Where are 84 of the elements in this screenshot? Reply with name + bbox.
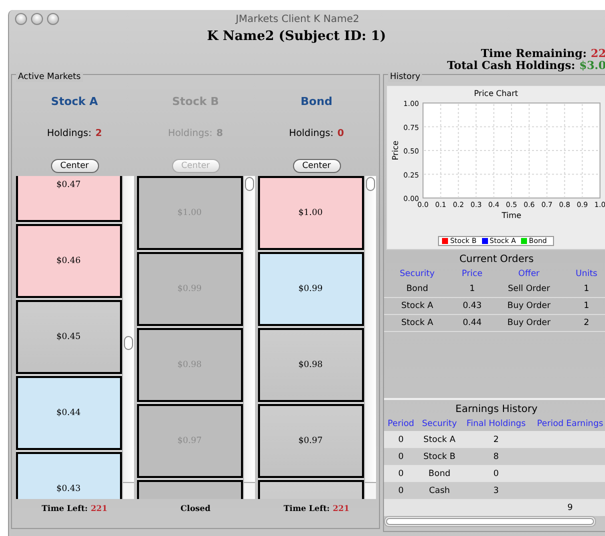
table-cell: 0	[398, 468, 404, 478]
table-cell: Stock A	[401, 318, 434, 328]
price-label: $0.46	[56, 256, 81, 266]
table-cell: Bond	[428, 468, 450, 478]
price-cell[interactable]: $0.97	[258, 404, 364, 478]
table-cell: 3	[493, 486, 499, 496]
time-left-value: 221	[90, 503, 108, 513]
table-cell: 0	[493, 468, 499, 478]
x-axis-label: Time	[502, 211, 522, 220]
time-left-value: 221	[332, 503, 350, 513]
column-header[interactable]: Units	[564, 267, 605, 281]
table-cell: Buy Order	[507, 301, 550, 311]
panel-title: Active Markets	[16, 72, 83, 82]
column-header[interactable]: Offer	[494, 267, 564, 281]
column-header[interactable]: Security	[418, 417, 462, 431]
price-cell[interactable]: $0.98	[258, 328, 364, 402]
window-control-button[interactable]	[47, 13, 59, 25]
time-remaining-value: 22	[590, 47, 605, 60]
market-name: Stock B	[172, 95, 219, 109]
table-cell: 0	[398, 486, 404, 496]
market-name: Stock A	[51, 95, 98, 109]
vertical-scrollbar[interactable]	[242, 176, 254, 499]
column-header[interactable]: Period Earnings	[531, 417, 605, 431]
center-button[interactable]: Center	[292, 159, 340, 173]
subject-title: K Name2 (Subject ID: 1)	[206, 28, 388, 46]
price-cell[interactable]: $1.00	[258, 176, 364, 250]
price-label: $0.97	[298, 436, 323, 446]
holdings-label: Holdings:	[288, 128, 334, 139]
holdings-label: Holdings:	[46, 128, 92, 139]
price-cell[interactable]: $0.46	[16, 224, 122, 298]
window-title: JMarkets Client K Name2	[234, 14, 360, 24]
chart-title: Price Chart	[474, 89, 518, 98]
price-label: $0.45	[56, 332, 81, 342]
holdings-value: 0	[337, 128, 344, 139]
horizontal-scrollbar[interactable]	[384, 516, 596, 527]
price-label: $0.47	[56, 180, 81, 190]
price-label: $0.44	[56, 408, 81, 418]
price-cell[interactable]: $0.47	[16, 176, 122, 222]
table-cell: Bond	[406, 284, 428, 294]
table-cell: Sell Order	[508, 284, 550, 294]
column-header[interactable]: Security	[384, 267, 450, 281]
table-cell: 9	[567, 502, 573, 512]
price-cell[interactable]: $0.99	[258, 252, 364, 326]
price-label: $0.43	[56, 484, 81, 494]
price-label: $1.00	[298, 208, 323, 218]
column-header[interactable]: Final Holdings	[461, 417, 532, 431]
time-remaining-label: Time Remaining:	[480, 47, 587, 60]
y-axis-label: Price	[391, 140, 400, 160]
table-cell: 0	[398, 452, 404, 462]
panel-title: History	[388, 72, 422, 82]
table-cell: Stock B	[423, 452, 456, 462]
section-title: Current Orders	[458, 254, 535, 265]
table-cell: Buy Order	[507, 318, 550, 328]
holdings-value: 2	[95, 128, 102, 139]
table-cell: 1	[469, 284, 475, 294]
price-cell[interactable]: $0.44	[16, 376, 122, 450]
price-label: $0.98	[298, 360, 323, 370]
table-cell: 0.43	[462, 301, 482, 311]
vertical-scrollbar[interactable]	[364, 176, 376, 499]
table-cell: Stock A	[423, 434, 456, 444]
section-title: Earnings History	[454, 404, 539, 415]
column-header[interactable]: Price	[450, 267, 494, 281]
price-cell[interactable]: $0.45	[16, 300, 122, 374]
table-cell: 0.44	[462, 318, 482, 328]
table-cell: 1	[584, 284, 590, 294]
price-cell[interactable]: $0.43	[16, 452, 122, 499]
vertical-scrollbar[interactable]	[122, 176, 134, 499]
market-status: Closed	[180, 503, 210, 513]
table-cell: 0	[398, 434, 404, 444]
table-cell: Stock A	[401, 301, 434, 311]
cash-holdings-label: Total Cash Holdings:	[447, 59, 576, 72]
table-cell: 2	[493, 434, 499, 444]
time-left-label: Time Left:	[284, 503, 330, 513]
time-left-label: Time Left:	[42, 503, 88, 513]
table-cell: 2	[584, 318, 590, 328]
table-cell: 1	[584, 301, 590, 311]
window-control-button[interactable]	[15, 13, 27, 25]
price-label: $0.99	[298, 284, 323, 294]
center-button[interactable]: Center	[50, 159, 98, 173]
market-name: Bond	[300, 95, 332, 109]
table-cell: 8	[493, 452, 499, 462]
window-control-button[interactable]	[31, 13, 43, 25]
table-cell: Cash	[428, 486, 450, 496]
column-header[interactable]: Period	[384, 417, 418, 431]
